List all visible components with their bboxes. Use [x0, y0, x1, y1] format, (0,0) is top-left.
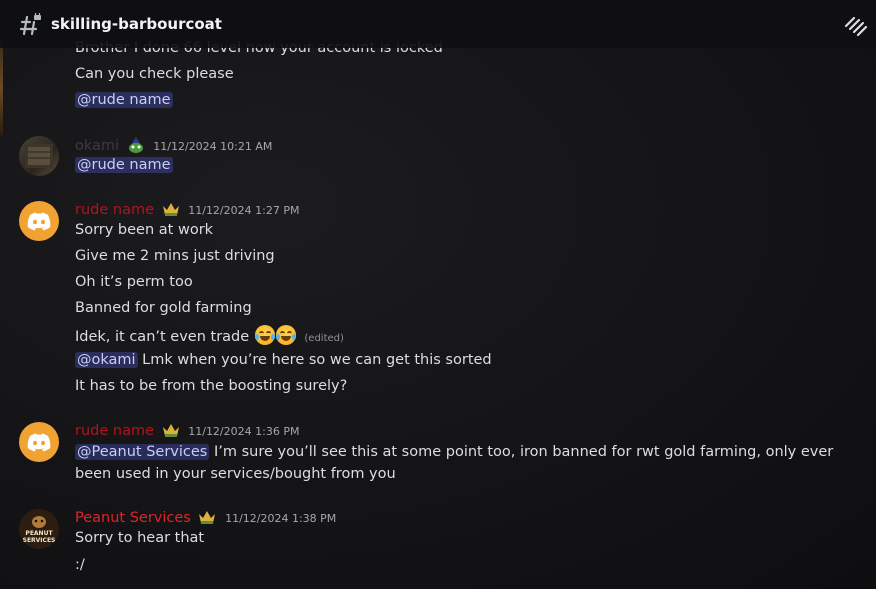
- edited-label: (edited): [304, 333, 344, 344]
- avatar-text: PEANUT SERVICES: [22, 530, 56, 544]
- avatar-peanut-services[interactable]: PEANUT SERVICES: [19, 509, 59, 549]
- user-mention[interactable]: @okami: [75, 352, 138, 368]
- message-text: Idek, it can’t even trade: [75, 329, 250, 345]
- message-line: @okami Lmk when you’re here so we can ge…: [75, 352, 492, 368]
- message-line: Give me 2 mins just driving: [75, 248, 275, 264]
- message-line: It has to be from the boosting surely?: [75, 378, 348, 394]
- message-line: Idek, it can’t even trade (edited): [75, 325, 344, 345]
- message-line: @rude name: [75, 157, 173, 173]
- message-line: Sorry been at work: [75, 222, 214, 238]
- author-name[interactable]: rude name: [75, 202, 154, 218]
- discord-logo-icon: [27, 433, 51, 452]
- hash-icon: [20, 13, 41, 36]
- message-header: Peanut Services 11/12/2024 1:38 PM: [75, 509, 336, 526]
- crown-badge: [198, 509, 216, 525]
- avatar-rude-name[interactable]: [19, 201, 59, 241]
- joy-emoji: [275, 325, 296, 345]
- message-line: Oh it’s perm too: [75, 274, 193, 290]
- pepe-wizard-badge: [127, 137, 145, 153]
- message-line: Banned for gold farming: [75, 300, 252, 316]
- user-mention[interactable]: @rude name: [75, 92, 173, 108]
- avatar-okami[interactable]: [19, 136, 59, 176]
- message-line: Can you check please: [75, 66, 234, 82]
- crown-badge: [162, 422, 180, 438]
- message-header: rude name 11/12/2024 1:36 PM: [75, 422, 299, 439]
- user-mention[interactable]: @Peanut Services: [75, 444, 210, 460]
- message-line: Sorry to hear that: [75, 530, 205, 546]
- author-name[interactable]: Peanut Services: [75, 510, 191, 526]
- channel-header: skilling-barbourcoat: [0, 0, 876, 48]
- message-text: Lmk when you’re here so we can get this …: [142, 352, 492, 368]
- threads-icon[interactable]: [844, 14, 868, 36]
- timestamp: 11/12/2024 1:27 PM: [188, 204, 300, 217]
- avatar-rude-name[interactable]: [19, 422, 59, 462]
- joy-emoji: [254, 325, 275, 345]
- timestamp: 11/12/2024 10:21 AM: [153, 140, 273, 153]
- message-header: rude name 11/12/2024 1:27 PM: [75, 201, 299, 218]
- message-line: @Peanut Services I’m sure you’ll see thi…: [75, 441, 870, 485]
- channel-name: skilling-barbourcoat: [51, 15, 222, 33]
- message-list: Brother I done 66 level now your account…: [0, 0, 876, 589]
- user-mention[interactable]: @rude name: [75, 157, 173, 173]
- discord-logo-icon: [27, 212, 51, 231]
- author-name[interactable]: okami: [75, 138, 119, 154]
- message-header: okami 11/12/2024 10:21 AM: [75, 137, 272, 154]
- author-name[interactable]: rude name: [75, 423, 154, 439]
- crown-badge: [162, 201, 180, 217]
- message-line: @rude name: [75, 92, 173, 108]
- timestamp: 11/12/2024 1:38 PM: [225, 512, 337, 525]
- message-line: :/: [75, 557, 85, 573]
- timestamp: 11/12/2024 1:36 PM: [188, 425, 300, 438]
